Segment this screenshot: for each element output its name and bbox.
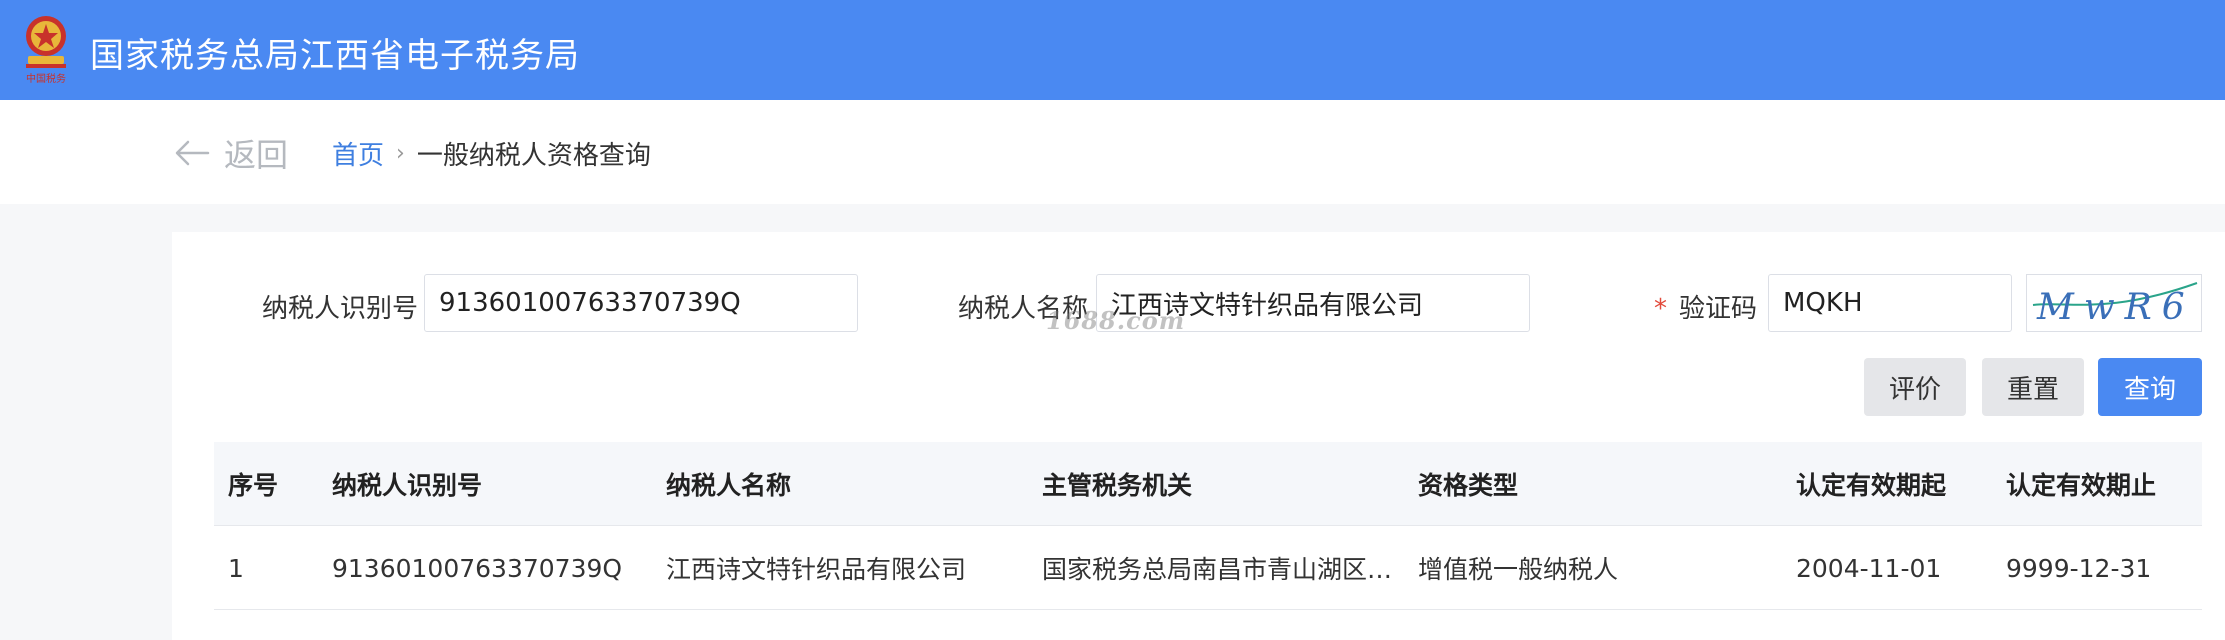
site-title: 国家税务总局江西省电子税务局 [90,36,580,76]
breadcrumb-home-link[interactable]: 首页 [332,135,384,172]
top-header-bar: 中国税务 国家税务总局江西省电子税务局 [0,0,2225,100]
header-cell-taxpayer-name: 纳税人名称 [666,471,792,500]
table-row[interactable]: 1 91360100763370739Q 江西诗文特针织品有限公司 国家税务总局… [214,526,2202,610]
taxpayer-id-value: 91360100763370739Q [439,288,741,318]
header-cell-qualification-type: 资格类型 [1418,471,1519,500]
header-cell-index: 序号 [228,471,279,500]
cell-valid-to: 9999-12-31 [2006,553,2152,583]
evaluate-button[interactable]: 评价 [1864,358,1966,416]
watermark-text: 1688.com [1046,306,1186,335]
taxpayer-id-input[interactable]: 91360100763370739Q [424,274,858,332]
header-cell-valid-to: 认定有效期止 [2006,471,2157,500]
required-mark: * [1654,294,1667,324]
cell-taxpayer-name: 江西诗文特针织品有限公司 [666,555,967,584]
emblem-caption: 中国税务 [26,72,66,85]
back-label: 返回 [224,136,289,174]
header-cell-taxpayer-id: 纳税人识别号 [332,471,483,500]
tax-emblem-icon: 中国税务 [26,16,66,85]
breadcrumb-current: 一般纳税人资格查询 [416,141,651,171]
header-cell-valid-from: 认定有效期起 [1796,471,1947,500]
back-button[interactable]: 返回 [174,130,288,176]
captcha-value: MQKH [1783,288,1863,318]
captcha-label-group: * 验证码 [1654,288,1757,325]
cell-valid-from: 2004-11-01 [1796,553,1942,583]
captcha-graphic: MwR6 [2032,282,2198,328]
arrow-left-icon [175,140,210,166]
cell-tax-authority: 国家税务总局南昌市青山湖区… [1042,555,1393,584]
cell-index: 1 [228,553,244,583]
header-cell-tax-authority: 主管税务机关 [1042,471,1193,500]
captcha-text: MwR6 [2036,287,2195,328]
captcha-label: 验证码 [1679,294,1758,324]
reset-button[interactable]: 重置 [1982,358,2084,416]
captcha-image[interactable]: MwR6 [2026,274,2202,332]
chevron-right-icon: › [396,141,405,166]
results-table: 序号 纳税人识别号 纳税人名称 主管税务机关 资格类型 认定有效期起 认定有效期… [214,442,2202,610]
cell-qualification-type: 增值税一般纳税人 [1418,555,1619,584]
breadcrumb: 首页 › 一般纳税人资格查询 [332,135,651,172]
cell-taxpayer-id: 91360100763370739Q [332,553,623,583]
table-header-row: 序号 纳税人识别号 纳税人名称 主管税务机关 资格类型 认定有效期起 认定有效期… [214,442,2202,526]
taxpayer-id-label: 纳税人识别号 [262,294,419,324]
query-button[interactable]: 查询 [2098,358,2202,416]
captcha-input[interactable]: MQKH [1768,274,2012,332]
